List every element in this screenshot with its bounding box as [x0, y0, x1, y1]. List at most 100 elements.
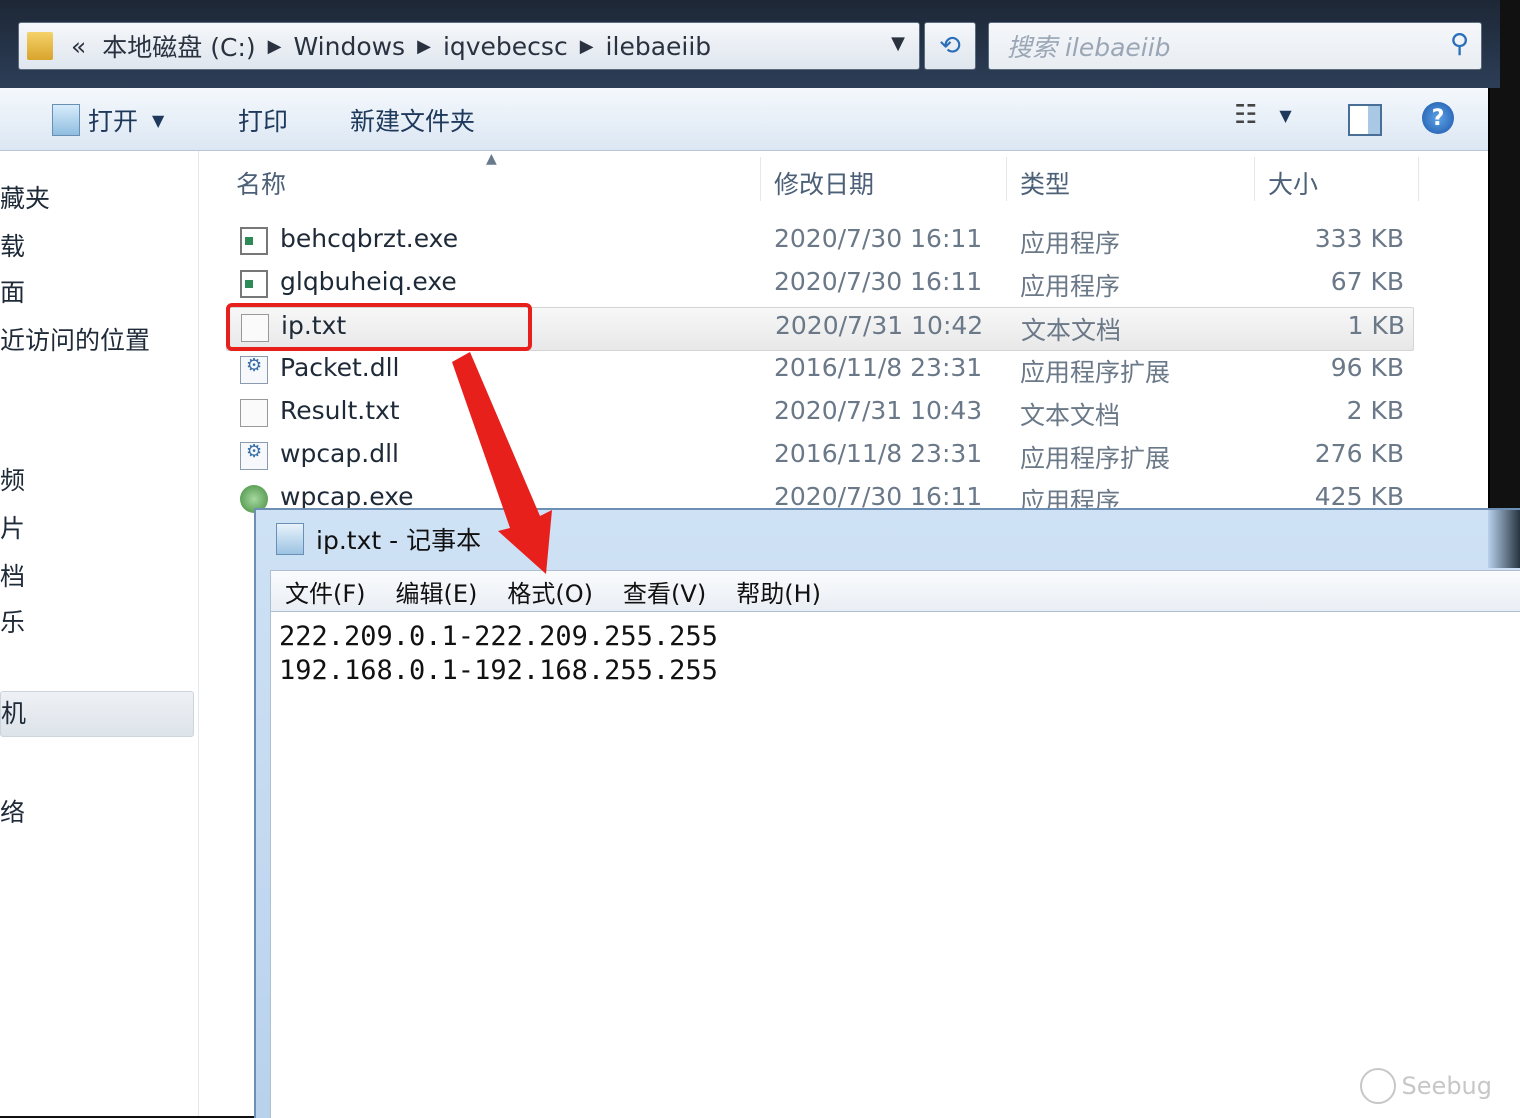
breadcrumb-arrow-icon[interactable]: ▶ — [268, 36, 282, 57]
file-name: Packet.dll — [280, 353, 400, 382]
chevron-down-icon[interactable]: ▼ — [1279, 106, 1291, 125]
menu-file[interactable]: 文件(F) — [285, 574, 366, 609]
search-icon[interactable]: ⚲ — [1450, 29, 1469, 59]
file-size: 425 KB — [1314, 482, 1404, 511]
file-type: 应用程序 — [1020, 272, 1121, 301]
chevron-down-icon[interactable]: ▼ — [152, 111, 164, 130]
menu-help[interactable]: 帮助(H) — [736, 574, 821, 609]
column-header-date[interactable]: 修改日期 — [774, 165, 874, 201]
print-button[interactable]: 打印 — [238, 102, 288, 138]
column-header-size[interactable]: 大小 — [1268, 165, 1318, 201]
sidebar-item-music[interactable]: 乐 — [0, 603, 25, 639]
file-size: 2 KB — [1346, 396, 1404, 425]
file-date: 2016/11/8 23:31 — [774, 353, 983, 382]
dll-icon — [240, 441, 268, 470]
new-folder-label: 新建文件夹 — [350, 107, 476, 136]
watermark-text: Seebug — [1401, 1072, 1492, 1100]
open-icon — [52, 104, 80, 136]
column-divider[interactable] — [760, 157, 761, 201]
column-divider[interactable] — [1254, 157, 1255, 201]
file-size: 67 KB — [1330, 267, 1404, 296]
view-options-button[interactable]: ☷ ▼ — [1234, 100, 1292, 130]
menu-format[interactable]: 格式(O) — [507, 574, 593, 609]
help-icon: ? — [1422, 102, 1454, 134]
chevron-down-icon[interactable]: ▼ — [891, 33, 905, 54]
file-type: 文本文档 — [1020, 401, 1121, 430]
file-date: 2016/11/8 23:31 — [774, 439, 983, 468]
search-placeholder: 搜索 ilebaeiib — [1007, 33, 1171, 62]
column-divider[interactable] — [1418, 157, 1419, 201]
breadcrumb-iqvebecsc[interactable]: iqvebecsc — [443, 32, 568, 61]
address-bar-area: « 本地磁盘 (C:) ▶ Windows ▶ iqvebecsc ▶ ileb… — [0, 0, 1500, 88]
help-button[interactable]: ? — [1422, 102, 1454, 134]
sidebar-item-documents[interactable]: 档 — [0, 557, 25, 593]
sidebar-item-videos[interactable]: 频 — [0, 461, 25, 497]
sidebar-item-recent-places[interactable]: 近访问的位置 — [0, 321, 150, 357]
menu-view[interactable]: 查看(V) — [623, 574, 706, 609]
file-name: wpcap.exe — [280, 482, 414, 511]
file-row[interactable]: Packet.dll 2016/11/8 23:31 应用程序扩展 96 KB — [226, 350, 1412, 392]
sidebar-item-favorites[interactable]: 藏夹 — [0, 179, 50, 215]
file-size: 276 KB — [1314, 439, 1404, 468]
refresh-icon: ⟲ — [939, 31, 961, 61]
exe-icon — [240, 227, 268, 255]
column-divider[interactable] — [1006, 157, 1007, 201]
file-name: behcqbrzt.exe — [280, 224, 459, 253]
refresh-button[interactable]: ⟲ — [924, 22, 976, 70]
view-list-icon: ☷ — [1234, 100, 1258, 130]
file-row[interactable]: wpcap.dll 2016/11/8 23:31 应用程序扩展 276 KB — [226, 436, 1412, 478]
navigation-pane: 藏夹 载 面 近访问的位置 频 片 档 乐 机 络 — [0, 151, 199, 1116]
folder-icon — [27, 32, 53, 60]
text-file-icon — [240, 399, 268, 427]
notepad-text-area[interactable]: 222.209.0.1-222.209.255.255 192.168.0.1-… — [270, 612, 1520, 1118]
open-button[interactable]: 打开 ▼ — [52, 102, 164, 138]
file-date: 2020/7/30 16:11 — [774, 267, 983, 296]
file-size: 96 KB — [1330, 353, 1404, 382]
file-date: 2020/7/31 10:43 — [774, 396, 983, 425]
address-overflow[interactable]: « — [71, 32, 86, 61]
menu-edit[interactable]: 编辑(E) — [396, 574, 478, 609]
address-bar[interactable]: « 本地磁盘 (C:) ▶ Windows ▶ iqvebecsc ▶ ileb… — [18, 22, 920, 70]
file-name: Result.txt — [280, 396, 400, 425]
breadcrumb-arrow-icon[interactable]: ▶ — [417, 36, 431, 57]
file-name: wpcap.dll — [280, 439, 399, 468]
notepad-window: ip.txt - 记事本 文件(F) 编辑(E) 格式(O) 查看(V) 帮助(… — [254, 508, 1520, 1118]
notepad-icon — [276, 523, 304, 555]
preview-pane-icon — [1348, 104, 1382, 136]
notepad-title: ip.txt - 记事本 — [316, 526, 482, 555]
annotation-highlight-box — [226, 303, 532, 351]
preview-pane-button[interactable] — [1348, 104, 1382, 136]
open-label: 打开 — [88, 107, 139, 136]
breadcrumb-windows[interactable]: Windows — [293, 32, 405, 61]
file-type: 应用程序扩展 — [1020, 444, 1171, 473]
breadcrumb-ilebaeiib[interactable]: ilebaeiib — [606, 32, 712, 61]
exe-icon — [240, 270, 268, 298]
file-name: glqbuheiq.exe — [280, 267, 457, 296]
notepad-titlebar[interactable]: ip.txt - 记事本 — [256, 510, 1520, 568]
watermark: Seebug — [1359, 1068, 1492, 1104]
search-input[interactable]: 搜索 ilebaeiib ⚲ — [988, 22, 1482, 70]
column-header-type[interactable]: 类型 — [1020, 165, 1070, 201]
seebug-logo-icon — [1359, 1068, 1396, 1104]
file-type: 文本文档 — [1021, 316, 1122, 345]
file-date: 2020/7/30 16:11 — [774, 482, 983, 511]
file-row[interactable]: behcqbrzt.exe 2020/7/30 16:11 应用程序 333 K… — [226, 221, 1412, 263]
file-type: 应用程序 — [1020, 229, 1121, 258]
breadcrumb-drive[interactable]: 本地磁盘 (C:) — [102, 28, 255, 64]
breadcrumb-arrow-icon[interactable]: ▶ — [580, 36, 594, 57]
file-date: 2020/7/30 16:11 — [774, 224, 983, 253]
file-row[interactable]: glqbuheiq.exe 2020/7/30 16:11 应用程序 67 KB — [226, 264, 1412, 306]
column-header-name[interactable]: 名称 — [236, 165, 286, 201]
print-label: 打印 — [238, 107, 289, 136]
titlebar-edge — [1488, 510, 1520, 568]
file-row[interactable]: Result.txt 2020/7/31 10:43 文本文档 2 KB — [226, 393, 1412, 435]
sidebar-item-desktop[interactable]: 面 — [0, 273, 25, 309]
sidebar-item-pictures[interactable]: 片 — [0, 509, 25, 545]
dll-icon — [240, 355, 268, 384]
command-bar: 打开 ▼ 打印 新建文件夹 ☷ ▼ ? — [0, 88, 1488, 151]
sidebar-item-network[interactable]: 络 — [0, 793, 25, 829]
sidebar-item-computer[interactable]: 机 — [0, 691, 194, 737]
file-type: 应用程序扩展 — [1020, 358, 1171, 387]
sidebar-item-downloads[interactable]: 载 — [0, 227, 25, 263]
new-folder-button[interactable]: 新建文件夹 — [350, 102, 475, 138]
